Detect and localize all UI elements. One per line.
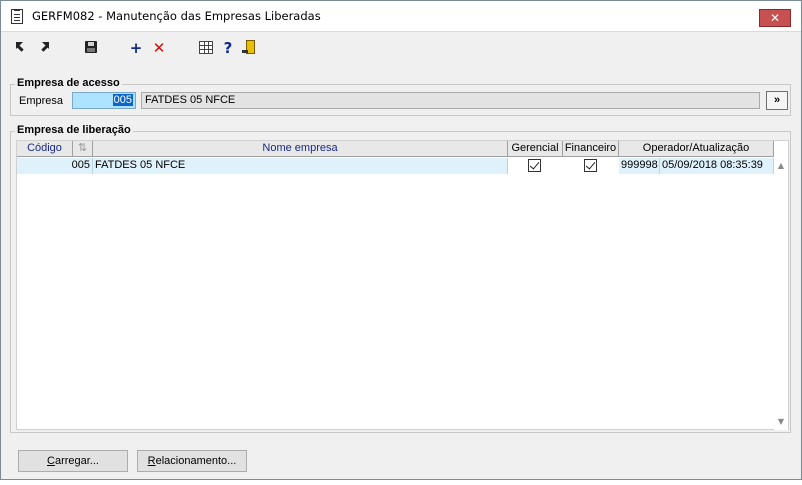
calendar-icon[interactable]	[198, 39, 214, 55]
cell-nome[interactable]: FATDES 05 NFCE	[93, 158, 508, 174]
column-header-gerencial[interactable]: Gerencial	[508, 141, 563, 157]
empresa-acesso-title: Empresa de acesso	[15, 77, 122, 89]
document-icon	[11, 9, 23, 24]
cell-operador[interactable]: 999998	[619, 158, 660, 174]
empresa-liberacao-title: Empresa de liberação	[15, 124, 133, 136]
first-record-icon[interactable]	[13, 39, 29, 55]
relacionamento-button[interactable]: Relacionamento...	[137, 450, 247, 472]
empresa-name-field: FATDES 05 NFCE	[141, 92, 760, 109]
cell-codigo[interactable]: 005	[17, 158, 93, 174]
cell-atualizacao[interactable]: 05/09/2018 08:35:39	[660, 158, 774, 174]
carregar-label: arregar...	[54, 455, 99, 467]
scroll-up-icon[interactable]: ▲	[776, 161, 786, 171]
vertical-scrollbar[interactable]: ▲ ▼	[774, 158, 788, 430]
carregar-mnemonic: C	[47, 455, 55, 467]
title-bar: GERFM082 - Manutenção das Empresas Liber…	[1, 1, 801, 32]
sort-icon[interactable]: ⇅	[73, 141, 93, 157]
save-icon[interactable]	[83, 39, 99, 55]
cell-gerencial[interactable]	[508, 158, 563, 174]
column-header-operador[interactable]: Operador/Atualização	[619, 141, 774, 157]
delete-icon[interactable]: ✕	[151, 39, 167, 57]
relacionamento-label: elacionamento...	[155, 455, 237, 467]
gerencial-checkbox[interactable]	[528, 159, 541, 172]
empresa-code-input[interactable]: 005	[72, 92, 136, 109]
empresa-label: Empresa	[19, 95, 64, 107]
help-icon[interactable]: ?	[220, 39, 236, 57]
cell-financeiro[interactable]	[563, 158, 619, 174]
exit-icon[interactable]	[242, 39, 259, 55]
column-header-codigo[interactable]: Código	[17, 141, 73, 157]
close-button[interactable]: ✕	[759, 9, 791, 27]
toolbar: + ✕ ?	[1, 35, 801, 61]
empresa-code-value: 005	[112, 94, 133, 106]
column-header-nome[interactable]: Nome empresa	[93, 141, 508, 157]
lookup-button[interactable]: »	[766, 91, 788, 110]
carregar-button[interactable]: Carregar...	[18, 450, 128, 472]
window-title: GERFM082 - Manutenção das Empresas Liber…	[32, 9, 321, 23]
column-header-financeiro[interactable]: Financeiro	[563, 141, 619, 157]
relacionamento-mnemonic: R	[147, 455, 156, 467]
financeiro-checkbox[interactable]	[584, 159, 597, 172]
scroll-down-icon[interactable]: ▼	[776, 417, 786, 427]
empresas-grid[interactable]: Código ⇅ Nome empresa Gerencial Financei…	[16, 140, 789, 430]
main-window: GERFM082 - Manutenção das Empresas Liber…	[0, 0, 802, 480]
previous-record-icon[interactable]	[36, 39, 52, 55]
add-icon[interactable]: +	[128, 39, 144, 57]
table-row[interactable]: 005 FATDES 05 NFCE 999998 05/09/2018 08:…	[17, 158, 774, 174]
